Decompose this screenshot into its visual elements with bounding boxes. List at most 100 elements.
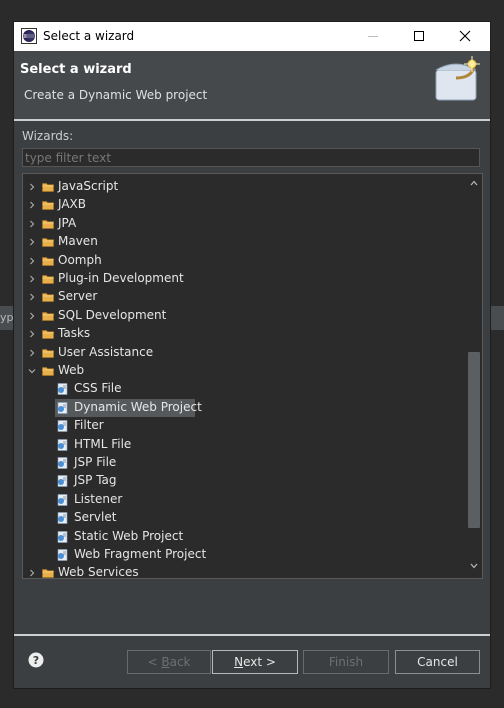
- chevron-right-icon[interactable]: [28, 257, 36, 265]
- tree-item-filter[interactable]: Filter: [23, 417, 463, 435]
- folder-icon: [42, 293, 54, 303]
- tree-folder-user-assistance[interactable]: User Assistance: [23, 344, 463, 362]
- tree-folder-maven[interactable]: Maven: [23, 233, 463, 251]
- tree-item-label: Filter: [74, 418, 104, 433]
- folder-icon: [42, 256, 54, 266]
- tree-item-label: Web: [58, 363, 85, 377]
- chevron-down-icon[interactable]: [28, 367, 36, 375]
- tree-folder-web-services[interactable]: Web Services: [23, 564, 463, 579]
- back-button-mnemonic: B: [161, 655, 170, 669]
- tree-folder-javascript[interactable]: JavaScript: [23, 178, 463, 196]
- wizard-header: Select a wizard Create a Dynamic Web pro…: [14, 51, 490, 121]
- tree-folder-oomph[interactable]: Oomph: [23, 252, 463, 270]
- chevron-right-icon[interactable]: [28, 293, 36, 301]
- chevron-right-icon[interactable]: [28, 275, 36, 283]
- tree-item-label: Web Services: [58, 565, 139, 579]
- select-wizard-dialog: Select a wizard Select a wizard Create a…: [14, 22, 490, 688]
- next-button-mnemonic: N: [234, 655, 244, 669]
- back-button[interactable]: < Back: [127, 650, 211, 674]
- tree-item-label: Listener: [74, 491, 123, 506]
- tree-folder-jpa[interactable]: JPA: [23, 215, 463, 233]
- header-description: Create a Dynamic Web project: [24, 88, 208, 102]
- eclipse-app-icon: [21, 28, 37, 44]
- tree-item-web-fragment-project[interactable]: Web Fragment Project: [23, 546, 463, 564]
- svg-text:?: ?: [33, 654, 39, 667]
- tree-item-jsp-file[interactable]: JSP File: [23, 454, 463, 472]
- chevron-right-icon[interactable]: [28, 569, 36, 577]
- help-icon[interactable]: ?: [28, 652, 44, 668]
- folder-icon: [42, 238, 54, 247]
- tree-item-label: Server: [58, 289, 98, 304]
- chevron-right-icon[interactable]: [28, 330, 36, 338]
- web-fragment-project-icon: [57, 549, 68, 561]
- tree-item-label: Maven: [58, 234, 98, 249]
- tree-item-label: JAXB: [58, 197, 86, 212]
- tree-vertical-scrollbar[interactable]: [466, 174, 482, 576]
- cancel-button[interactable]: Cancel: [395, 650, 480, 674]
- tree-item-label: JSP Tag: [74, 473, 117, 488]
- wizards-label: Wizards:: [22, 129, 74, 143]
- minimize-button[interactable]: [350, 22, 396, 51]
- maximize-button[interactable]: [396, 22, 442, 51]
- tree-item-dynamic-web-project[interactable]: Dynamic Web Project: [23, 398, 463, 417]
- tree-item-label: SQL Development: [58, 307, 167, 322]
- folder-icon: [42, 183, 54, 192]
- chevron-right-icon[interactable]: [28, 312, 36, 320]
- tree-folder-plug-in-development[interactable]: Plug-in Development: [23, 270, 463, 288]
- wizard-tree[interactable]: JavaScript JAXB JPA Maven Oomph Plug-in Devel…: [22, 173, 483, 579]
- scroll-down-icon[interactable]: [470, 563, 478, 569]
- finish-button[interactable]: Finish: [303, 650, 389, 674]
- tree-item-static-web-project[interactable]: Static Web Project: [23, 528, 463, 546]
- chevron-right-icon[interactable]: [28, 349, 36, 357]
- tree-item-label: Tasks: [58, 326, 91, 341]
- back-button-rest: ack: [169, 655, 191, 669]
- scroll-up-icon[interactable]: [470, 180, 478, 186]
- chevron-right-icon[interactable]: [28, 238, 36, 246]
- folder-icon: [42, 219, 54, 229]
- filter-input[interactable]: type filter text: [22, 148, 480, 167]
- minimize-icon: [368, 36, 378, 37]
- wizard-banner-icon: [435, 56, 480, 101]
- tree-item-label: Oomph: [58, 252, 102, 267]
- scrollbar-thumb[interactable]: [468, 352, 480, 528]
- folder-icon: [42, 311, 54, 321]
- tree-item-servlet[interactable]: Servlet: [23, 509, 463, 527]
- static-web-project-icon: [57, 530, 68, 543]
- next-button[interactable]: Next >: [212, 650, 298, 674]
- tree-item-label: JPA: [58, 215, 77, 230]
- tree-item-jsp-tag[interactable]: JSP Tag: [23, 472, 463, 490]
- tree-folder-sql-development[interactable]: SQL Development: [23, 307, 463, 325]
- folder-icon: [42, 201, 54, 211]
- folder-icon: [42, 348, 54, 358]
- close-icon: [459, 30, 471, 42]
- tree-item-label: JSP File: [74, 455, 117, 469]
- chevron-right-icon[interactable]: [28, 201, 36, 209]
- folder-icon: [42, 367, 54, 376]
- next-button-rest: ext >: [243, 655, 276, 669]
- tree-folder-tasks[interactable]: Tasks: [23, 325, 463, 343]
- filter-icon: [57, 420, 68, 432]
- tree-item-label: JavaScript: [58, 179, 119, 193]
- tree-item-listener[interactable]: Listener: [23, 491, 463, 509]
- tree-folder-server[interactable]: Server: [23, 288, 463, 306]
- chevron-right-icon[interactable]: [28, 220, 36, 228]
- tree-folder-web[interactable]: Web: [23, 362, 463, 380]
- back-button-prefix: <: [147, 655, 162, 669]
- chevron-right-icon[interactable]: [28, 183, 36, 191]
- tree-item-css-file[interactable]: CSS File: [23, 380, 463, 398]
- title-bar[interactable]: Select a wizard: [14, 22, 490, 51]
- listener-icon: [57, 493, 68, 506]
- tree-item-label: HTML File: [74, 436, 132, 451]
- tree-item-html-file[interactable]: HTML File: [23, 436, 463, 454]
- window-title: Select a wizard: [43, 29, 135, 43]
- tree-folder-jaxb[interactable]: JAXB: [23, 196, 463, 214]
- tree-item-label: Servlet: [74, 510, 117, 525]
- jsp-file-icon: [57, 457, 68, 469]
- tree-item-label: CSS File: [74, 381, 122, 396]
- folder-icon: [42, 569, 54, 578]
- tree-item-label: Dynamic Web Project: [74, 399, 202, 414]
- html-file-icon: [57, 438, 68, 451]
- close-button[interactable]: [442, 22, 488, 51]
- maximize-icon: [414, 31, 424, 41]
- folder-icon: [42, 330, 54, 339]
